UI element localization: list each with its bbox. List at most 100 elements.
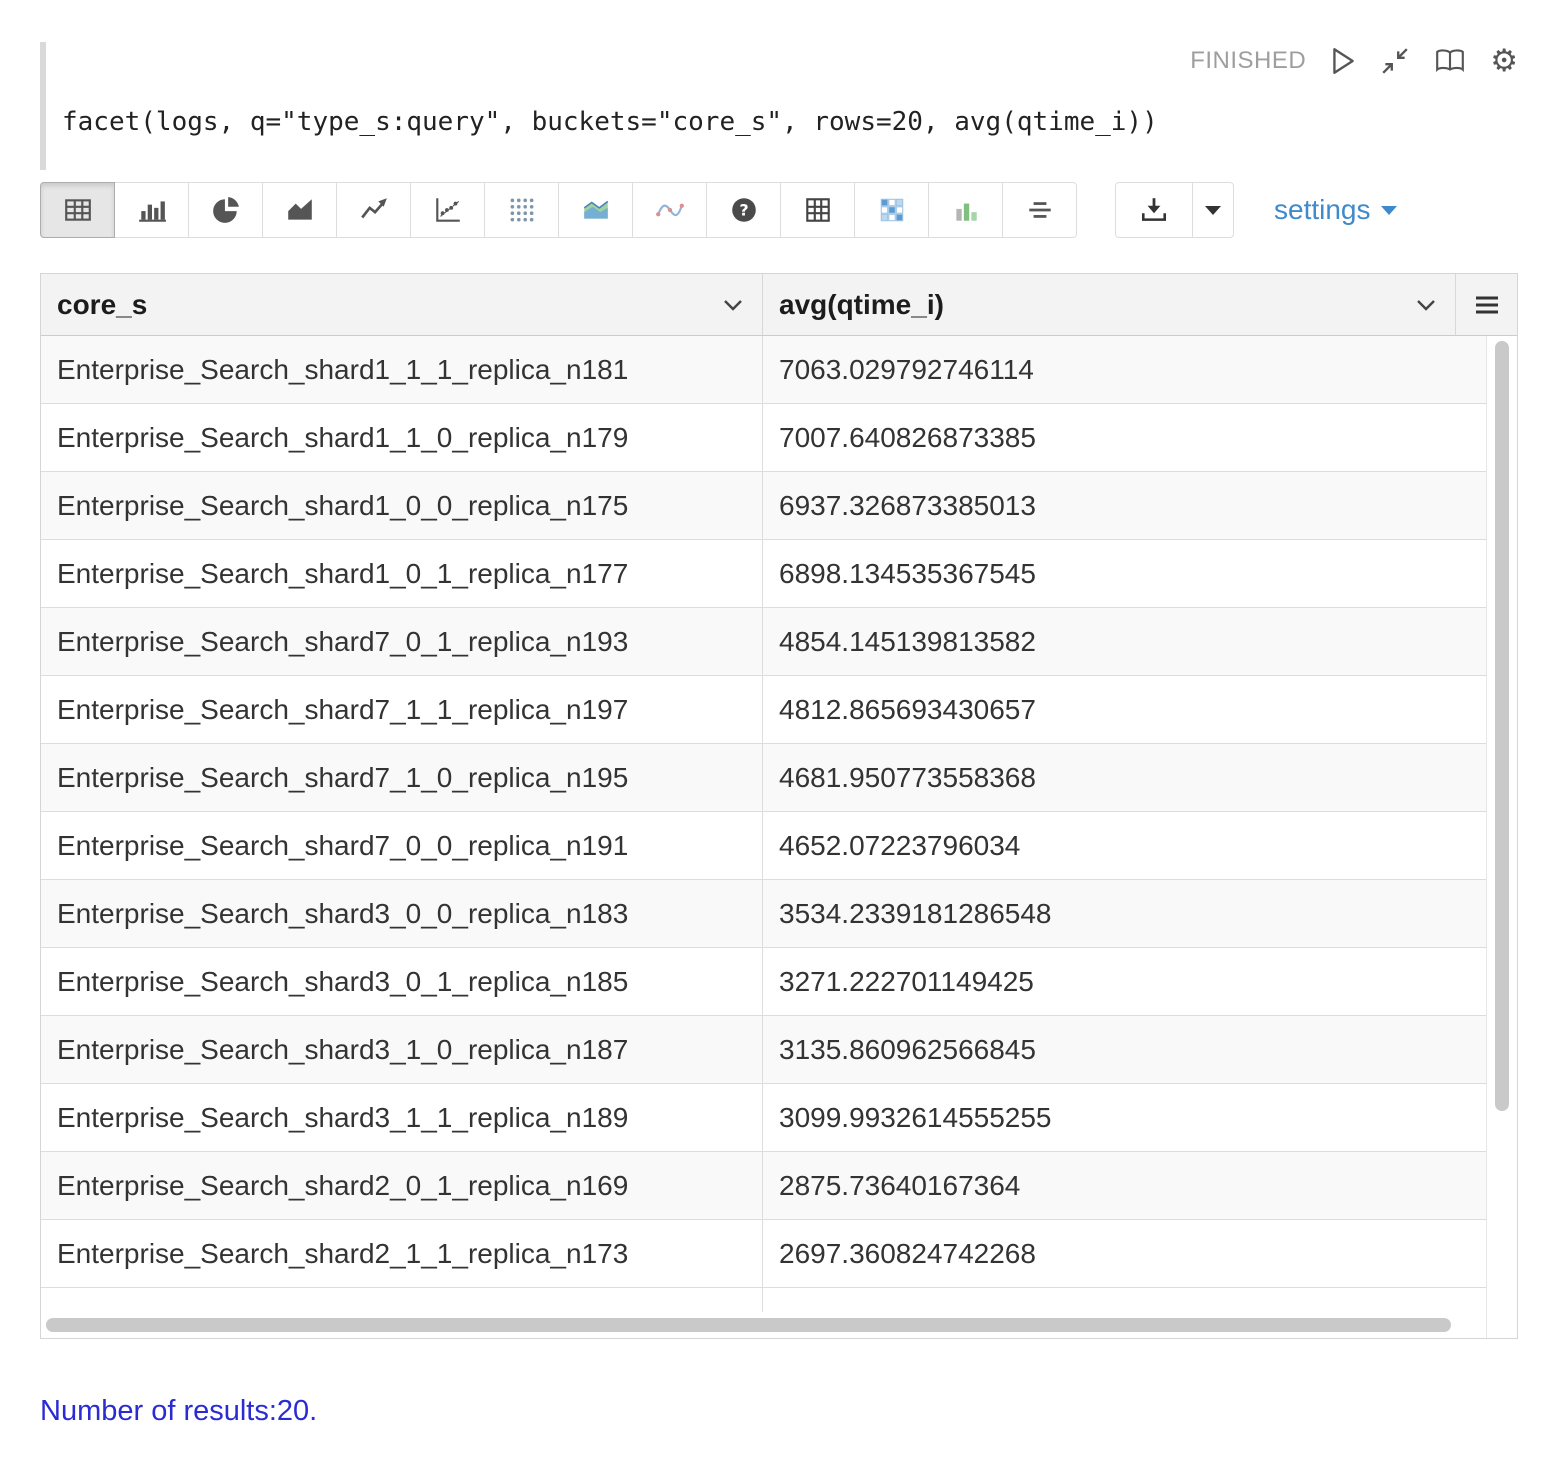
chevron-down-icon <box>722 298 744 312</box>
cell-avg: 4854.145139813582 <box>763 608 1486 675</box>
cell-avg: 2697.360824742268 <box>763 1220 1486 1287</box>
horizontal-scrollbar-thumb[interactable] <box>46 1318 1451 1332</box>
rows-mount: Enterprise_Search_shard1_1_1_replica_n18… <box>41 336 1486 1288</box>
align-center-icon <box>1025 195 1055 225</box>
cell-avg-empty <box>763 1288 1486 1312</box>
bar-chart-icon <box>137 195 167 225</box>
download-icon <box>1139 195 1169 225</box>
cell-avg: 3534.2339181286548 <box>763 880 1486 947</box>
download-button[interactable] <box>1115 182 1193 238</box>
pie-chart-icon <box>211 195 241 225</box>
settings-toggle[interactable]: settings <box>1268 193 1403 227</box>
pivot-table-button[interactable] <box>780 182 855 238</box>
colored-line-chart-icon <box>655 195 685 225</box>
code-editor[interactable]: facet(logs, q="type_s:query", buckets="c… <box>62 94 1518 150</box>
column-header-core-s[interactable]: core_s <box>41 274 763 335</box>
table-row[interactable]: Enterprise_Search_shard7_1_0_replica_n19… <box>41 744 1486 812</box>
table-row[interactable]: Enterprise_Search_shard7_1_1_replica_n19… <box>41 676 1486 744</box>
pie-chart-button[interactable] <box>188 182 263 238</box>
table-view-button[interactable] <box>40 182 115 238</box>
results-table: core_s avg(qtime_i) Enterprise_Search_sh… <box>40 273 1518 1339</box>
column-label: avg(qtime_i) <box>779 289 944 321</box>
cell-core: Enterprise_Search_shard7_1_0_replica_n19… <box>41 744 763 811</box>
line-chart-icon <box>359 195 389 225</box>
download-dropdown-button[interactable] <box>1192 182 1234 238</box>
line-plugin-button[interactable] <box>632 182 707 238</box>
svg-text:?: ? <box>739 200 748 219</box>
cell-avg: 6898.134535367545 <box>763 540 1486 607</box>
area-plugin-button[interactable] <box>558 182 633 238</box>
table-row[interactable]: Enterprise_Search_shard3_0_0_replica_n18… <box>41 880 1486 948</box>
grid-table-icon <box>803 195 833 225</box>
paragraph-controls: FINISHED ⚙ <box>40 42 1518 80</box>
table-icon <box>63 195 93 225</box>
cell-core: Enterprise_Search_shard7_0_1_replica_n19… <box>41 608 763 675</box>
chevron-down-icon <box>1381 206 1397 215</box>
cell-avg: 3135.860962566845 <box>763 1016 1486 1083</box>
heatmap-button[interactable] <box>854 182 929 238</box>
empty-row <box>41 1288 1486 1312</box>
table-rows-area: Enterprise_Search_shard1_1_1_replica_n18… <box>41 336 1486 1338</box>
line-chart-button[interactable] <box>336 182 411 238</box>
cell-avg: 3099.9932614555255 <box>763 1084 1486 1151</box>
paragraph-settings-button[interactable]: ⚙ <box>1490 46 1518 77</box>
collapse-button[interactable] <box>1380 46 1410 76</box>
table-row[interactable]: Enterprise_Search_shard1_1_1_replica_n18… <box>41 336 1486 404</box>
cell-core-empty <box>41 1288 763 1312</box>
cell-core: Enterprise_Search_shard2_0_1_replica_n16… <box>41 1152 763 1219</box>
cell-core: Enterprise_Search_shard1_0_0_replica_n17… <box>41 472 763 539</box>
area-chart-button[interactable] <box>262 182 337 238</box>
bar-chart-button[interactable] <box>114 182 189 238</box>
dot-matrix-icon <box>507 195 537 225</box>
table-body: Enterprise_Search_shard1_1_1_replica_n18… <box>41 336 1517 1338</box>
chevron-down-icon <box>1415 298 1437 312</box>
table-row[interactable]: Enterprise_Search_shard3_0_1_replica_n18… <box>41 948 1486 1016</box>
table-row[interactable]: Enterprise_Search_shard2_0_1_replica_n16… <box>41 1152 1486 1220</box>
settings-label: settings <box>1274 194 1371 226</box>
book-icon <box>1434 47 1466 75</box>
table-row[interactable]: Enterprise_Search_shard3_1_0_replica_n18… <box>41 1016 1486 1084</box>
hamburger-menu-icon <box>1473 294 1501 316</box>
help-button[interactable]: ? <box>706 182 781 238</box>
table-row[interactable]: Enterprise_Search_shard1_0_1_replica_n17… <box>41 540 1486 608</box>
column-header-avg-qtime[interactable]: avg(qtime_i) <box>763 274 1456 335</box>
question-circle-icon: ? <box>729 195 759 225</box>
cell-avg: 6937.326873385013 <box>763 472 1486 539</box>
horizontal-scrollbar-track <box>41 1312 1486 1338</box>
gear-icon: ⚙ <box>1490 46 1518 77</box>
cell-core: Enterprise_Search_shard3_1_0_replica_n18… <box>41 1016 763 1083</box>
scatter-chart-icon <box>433 195 463 225</box>
compress-icon <box>1380 46 1410 76</box>
download-group <box>1115 182 1234 238</box>
table-row[interactable]: Enterprise_Search_shard3_1_1_replica_n18… <box>41 1084 1486 1152</box>
table-row[interactable]: Enterprise_Search_shard1_1_0_replica_n17… <box>41 404 1486 472</box>
table-header-row: core_s avg(qtime_i) <box>41 274 1517 336</box>
colored-area-chart-icon <box>581 195 611 225</box>
align-button[interactable] <box>1002 182 1077 238</box>
cell-core: Enterprise_Search_shard1_1_1_replica_n18… <box>41 336 763 403</box>
bar-plugin-button[interactable] <box>928 182 1003 238</box>
cell-avg: 4681.950773558368 <box>763 744 1486 811</box>
table-row[interactable]: Enterprise_Search_shard7_0_0_replica_n19… <box>41 812 1486 880</box>
scatter-chart-button[interactable] <box>410 182 485 238</box>
table-row[interactable]: Enterprise_Search_shard2_1_1_replica_n17… <box>41 1220 1486 1288</box>
dot-matrix-button[interactable] <box>484 182 559 238</box>
run-button[interactable] <box>1330 46 1356 76</box>
cell-avg: 7063.029792746114 <box>763 336 1486 403</box>
results-count: Number of results:20. <box>40 1395 1518 1428</box>
table-menu-button[interactable] <box>1456 274 1517 335</box>
paragraph-handle <box>40 42 46 170</box>
cell-avg: 2875.73640167364 <box>763 1152 1486 1219</box>
output-toggle-button[interactable] <box>1434 47 1466 75</box>
cell-avg: 4652.07223796034 <box>763 812 1486 879</box>
chart-type-group: ? <box>40 182 1077 238</box>
notebook-paragraph: FINISHED ⚙ facet(logs, q="type_s:query",… <box>0 0 1558 1458</box>
cell-core: Enterprise_Search_shard7_1_1_replica_n19… <box>41 676 763 743</box>
cell-core: Enterprise_Search_shard3_0_0_replica_n18… <box>41 880 763 947</box>
table-row[interactable]: Enterprise_Search_shard1_0_0_replica_n17… <box>41 472 1486 540</box>
chevron-down-icon <box>1205 206 1221 215</box>
cell-core: Enterprise_Search_shard3_1_1_replica_n18… <box>41 1084 763 1151</box>
table-row[interactable]: Enterprise_Search_shard7_0_1_replica_n19… <box>41 608 1486 676</box>
vertical-scrollbar-thumb[interactable] <box>1495 341 1509 1111</box>
cell-core: Enterprise_Search_shard3_0_1_replica_n18… <box>41 948 763 1015</box>
